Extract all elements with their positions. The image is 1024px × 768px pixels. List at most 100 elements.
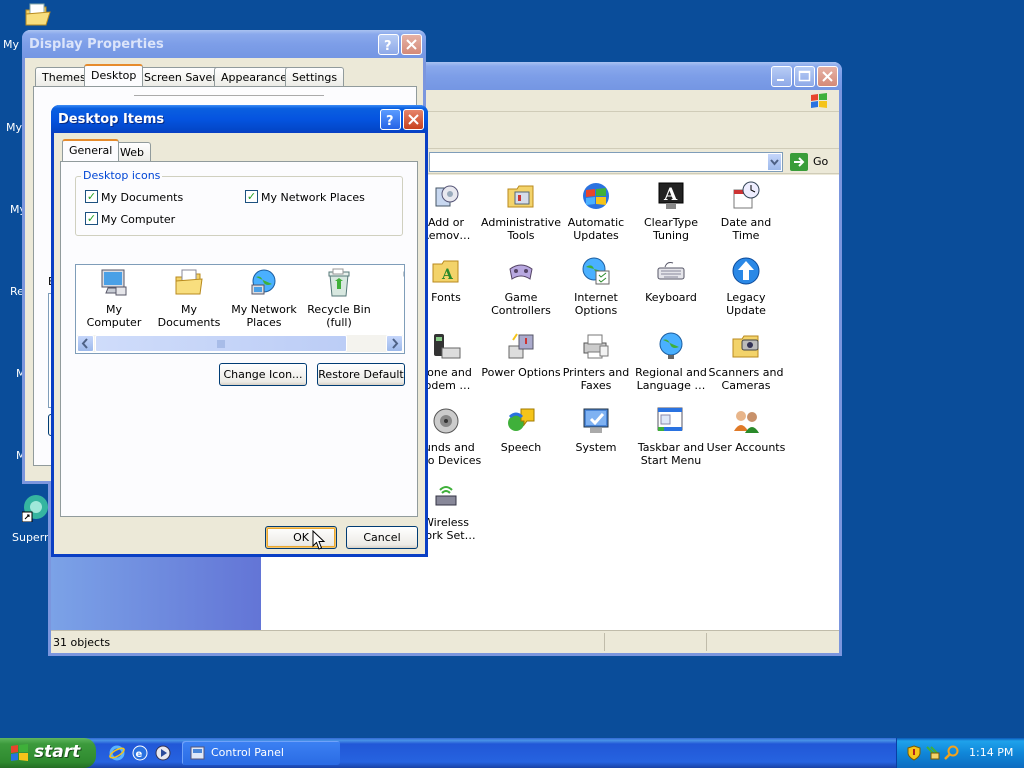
start-button[interactable]: start	[0, 738, 96, 768]
network-tray-icon[interactable]	[925, 745, 941, 761]
control-panel-item[interactable]: Administrative Tools	[481, 180, 561, 242]
tab-appearance[interactable]: Appearance	[214, 67, 295, 87]
go-button[interactable]: Go	[788, 152, 830, 172]
tab-settings[interactable]: Settings	[285, 67, 345, 87]
search-tray-icon[interactable]	[944, 745, 960, 761]
address-dropdown-button[interactable]	[767, 153, 782, 171]
desktop-icon-option[interactable]: Recycle Bin (full)	[302, 267, 376, 329]
control-panel-item-label: Date and Time	[720, 216, 772, 242]
desktop-icon-option[interactable]: My Documents	[152, 267, 226, 329]
user-accounts-icon	[730, 405, 762, 437]
my-network-places-checkbox[interactable]: ✓	[245, 190, 258, 203]
desktop-icon-option[interactable]: Re (	[377, 267, 404, 329]
regional-icon	[655, 330, 687, 362]
taskbar-icon	[655, 405, 687, 437]
task-button-label: Control Panel	[211, 746, 284, 759]
svg-text:e: e	[136, 749, 143, 760]
control-panel-item[interactable]: Automatic Updates	[556, 180, 636, 242]
taskbar-button-control-panel[interactable]: Control Panel	[182, 741, 340, 765]
close-button[interactable]	[401, 34, 422, 55]
scanners-icon	[730, 330, 762, 362]
checkbox-label: My Documents	[101, 191, 184, 204]
display-properties-titlebar[interactable]: Display Properties ?	[22, 30, 426, 58]
desktop-icon-option-label: My Computer	[86, 303, 142, 329]
network-places-icon	[248, 267, 280, 299]
minimize-button[interactable]	[771, 66, 792, 87]
desktop-items-dialog: Desktop Items ? General Web Desktop icon…	[51, 105, 428, 557]
dialog-title: Desktop Items	[58, 112, 165, 127]
help-button[interactable]: ?	[378, 34, 399, 55]
control-panel-item[interactable]: Internet Options	[556, 255, 636, 317]
tab-general[interactable]: General	[62, 139, 120, 161]
scroll-thumb[interactable]	[95, 335, 347, 352]
control-panel-item[interactable]: Legacy Update	[706, 255, 786, 317]
security-shield-icon[interactable]	[906, 745, 922, 761]
scroll-left-button[interactable]	[77, 335, 94, 352]
svg-text:?: ?	[386, 114, 394, 129]
close-button[interactable]	[403, 109, 424, 130]
my-computer-checkbox[interactable]: ✓	[85, 212, 98, 225]
restore-default-button[interactable]: Restore Default	[317, 363, 405, 386]
ie-quicklaunch-icon[interactable]	[109, 745, 125, 761]
automatic-updates-icon	[580, 180, 612, 212]
control-panel-item[interactable]: Scanners and Cameras	[706, 330, 786, 392]
desktop-icons-group	[75, 176, 403, 236]
svg-text:A: A	[663, 185, 678, 205]
control-panel-item[interactable]: Keyboard	[631, 255, 711, 304]
control-panel-item[interactable]: Power Options	[481, 330, 561, 379]
control-panel-item[interactable]: Taskbar and Start Menu	[631, 405, 711, 467]
minimize-icon	[777, 79, 784, 81]
close-icon	[822, 71, 833, 82]
administrative-tools-icon	[505, 180, 537, 212]
my-computer-icon	[98, 267, 130, 299]
go-label: Go	[813, 155, 829, 168]
media-player-quicklaunch-icon[interactable]	[155, 745, 171, 761]
tab-desktop[interactable]: Desktop	[84, 64, 144, 86]
control-panel-item-label: Regional and Language …	[635, 366, 707, 392]
sounds-icon	[430, 405, 462, 437]
scroll-right-button[interactable]	[386, 335, 403, 352]
icon-list-view[interactable]: My Computer My Documents My Network Places…	[75, 264, 405, 354]
recycle-bin-full-icon	[323, 267, 355, 299]
phone-modem-icon	[430, 330, 462, 362]
my-documents-checkbox[interactable]: ✓	[85, 190, 98, 203]
desktop-items-titlebar[interactable]: Desktop Items ?	[51, 105, 428, 133]
control-panel-item[interactable]: Date and Time	[706, 180, 786, 242]
power-options-icon	[505, 330, 537, 362]
control-panel-item[interactable]: System	[556, 405, 636, 454]
fonts-icon: A	[430, 255, 462, 287]
mouse-cursor-icon	[312, 529, 326, 552]
help-button[interactable]: ?	[380, 109, 401, 130]
desktop-icon-option[interactable]: My Computer	[77, 267, 151, 329]
ok-button[interactable]: OK	[265, 526, 337, 549]
control-panel-item[interactable]: Speech	[481, 405, 561, 454]
folder-icon[interactable]	[24, 2, 52, 28]
address-input[interactable]	[429, 152, 783, 172]
general-tab-panel: Desktop icons ✓ My Documents ✓ My Networ…	[60, 161, 418, 517]
outlook-express-quicklaunch-icon[interactable]: e	[132, 745, 148, 761]
start-label: start	[34, 742, 81, 762]
control-panel-item-label: Automatic Updates	[567, 216, 625, 242]
horizontal-scrollbar[interactable]	[77, 335, 403, 352]
desktop-icon-option[interactable]: My Network Places	[227, 267, 301, 329]
control-panel-item[interactable]: Printers and Faxes	[556, 330, 636, 392]
close-button[interactable]	[817, 66, 838, 87]
maximize-button[interactable]	[794, 66, 815, 87]
clock: 1:14 PM	[969, 746, 1014, 759]
internet-options-icon	[580, 255, 612, 287]
help-icon: ?	[386, 114, 394, 129]
supernova-icon[interactable]	[21, 494, 50, 523]
taskbar: start e Control Panel 1:14 PM	[0, 738, 1024, 768]
svg-text:A: A	[441, 267, 454, 283]
control-panel-item[interactable]: Regional and Language …	[631, 330, 711, 392]
change-icon-button[interactable]: Change Icon...	[219, 363, 307, 386]
cancel-button[interactable]: Cancel	[346, 526, 418, 549]
control-panel-item[interactable]: Game Controllers	[481, 255, 561, 317]
control-panel-item-label: Legacy Update	[726, 291, 766, 317]
my-documents-icon	[173, 267, 205, 299]
control-panel-item[interactable]: User Accounts	[706, 405, 786, 454]
control-panel-item[interactable]: A ClearType Tuning	[631, 180, 711, 242]
control-panel-item-label: Scanners and Cameras	[708, 366, 784, 392]
tab-screen-saver[interactable]: Screen Saver	[137, 67, 224, 87]
control-panel-item-label: Internet Options	[574, 291, 618, 317]
